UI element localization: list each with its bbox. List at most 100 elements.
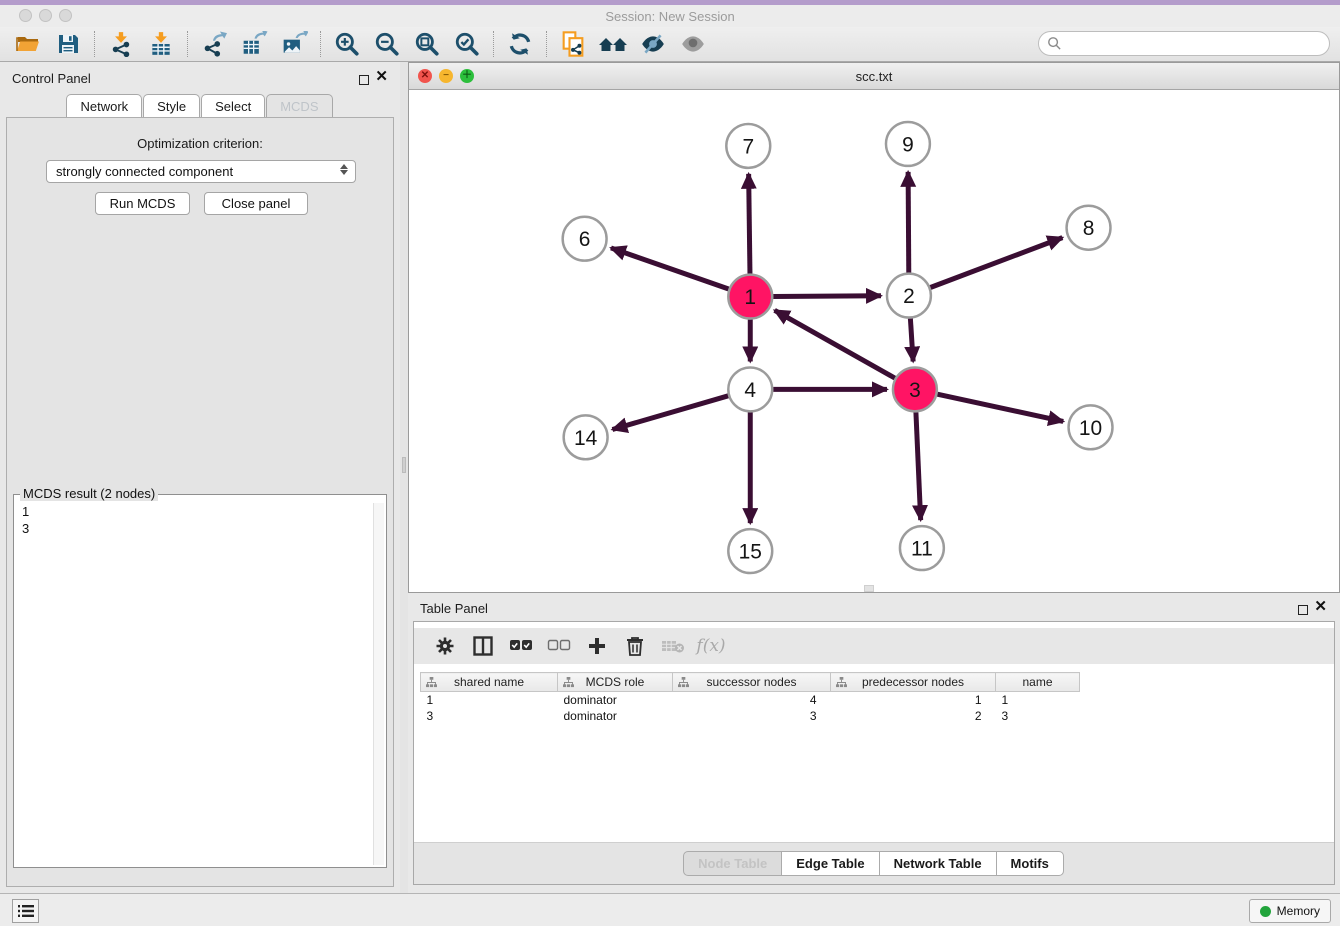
svg-text:9: 9 [902, 133, 914, 156]
network-resize-grip[interactable] [864, 585, 874, 592]
float-table-panel-icon[interactable] [1298, 602, 1308, 620]
show-graphics-details-button[interactable] [673, 29, 713, 59]
column-header-name[interactable]: name [996, 673, 1080, 692]
tab-node-table[interactable]: Node Table [683, 851, 782, 876]
graph-node-15[interactable]: 15 [728, 529, 772, 573]
hide-graphics-details-button[interactable] [633, 29, 673, 59]
splitter-grip[interactable] [402, 457, 406, 473]
select-stepper-icon [340, 164, 348, 175]
graph-edge-4-14[interactable] [612, 396, 728, 430]
graph-edge-3-11[interactable] [916, 412, 921, 520]
column-header-mcds-role[interactable]: MCDS role [558, 673, 673, 692]
panel-splitter[interactable] [400, 62, 408, 893]
plus-icon [587, 636, 607, 656]
svg-text:3: 3 [909, 379, 921, 402]
zoom-out-icon [374, 31, 400, 57]
graph-node-2[interactable]: 2 [887, 274, 931, 318]
graph-node-7[interactable]: 7 [726, 124, 770, 168]
optimization-criterion-label: Optimization criterion: [7, 136, 393, 151]
close-panel-button[interactable]: Close panel [204, 192, 308, 215]
network-view-window: ✕ − ＋ scc.txt 7968124314101511 [408, 62, 1340, 593]
zoom-selected-button[interactable] [447, 29, 487, 59]
graph-node-4[interactable]: 4 [728, 367, 772, 411]
float-panel-icon[interactable] [359, 72, 369, 90]
tab-network[interactable]: Network [66, 94, 142, 117]
graph-edge-2-8[interactable] [930, 238, 1062, 288]
criterion-select[interactable]: strongly connected component [46, 160, 356, 183]
toolbar-separator [320, 31, 321, 57]
table-toolbar: f(x) [414, 628, 1334, 664]
home-layout-button[interactable] [593, 29, 633, 59]
column-header-shared-name[interactable]: shared name [421, 673, 558, 692]
column-header-predecessor-nodes[interactable]: predecessor nodes [831, 673, 996, 692]
tab-motifs[interactable]: Motifs [996, 851, 1064, 876]
status-bar: Memory [0, 893, 1340, 926]
graph-node-9[interactable]: 9 [886, 122, 930, 166]
graph-node-10[interactable]: 10 [1069, 405, 1113, 449]
table-settings-button[interactable] [426, 631, 464, 661]
new-network-from-selection-button[interactable] [553, 29, 593, 59]
close-panel-icon[interactable]: ✕ [375, 72, 388, 82]
graph-node-8[interactable]: 8 [1067, 206, 1111, 250]
open-session-button[interactable] [8, 29, 48, 59]
graph-edge-1-7[interactable] [749, 174, 750, 274]
export-table-button[interactable] [234, 29, 274, 59]
trash-icon [626, 636, 644, 656]
memory-button[interactable]: Memory [1249, 899, 1331, 923]
control-panel-tabs: Network Style Select MCDS [0, 94, 400, 117]
tab-select[interactable]: Select [201, 94, 265, 117]
table-row[interactable]: 1 dominator 4 1 1 [421, 692, 1080, 708]
deselect-all-button[interactable] [540, 631, 578, 661]
tab-mcds[interactable]: MCDS [266, 94, 332, 117]
graph-edge-2-3[interactable] [910, 319, 913, 362]
select-all-button[interactable] [502, 631, 540, 661]
split-pane-icon [473, 636, 493, 656]
table-panel: Table Panel ✕ [408, 593, 1340, 893]
eye-icon [679, 31, 707, 57]
graph-node-11[interactable]: 11 [900, 526, 944, 570]
export-image-button[interactable] [274, 29, 314, 59]
search-input[interactable] [1038, 31, 1330, 56]
graph-edge-1-6[interactable] [611, 248, 729, 289]
svg-text:6: 6 [579, 228, 591, 251]
save-session-button[interactable] [48, 29, 88, 59]
tab-style[interactable]: Style [143, 94, 200, 117]
control-panel: Control Panel ✕ Network Style Select MCD… [0, 62, 400, 893]
export-network-button[interactable] [194, 29, 234, 59]
delete-column-button[interactable] [616, 631, 654, 661]
graph-node-3[interactable]: 3 [893, 367, 937, 411]
mcds-result-line: 1 [22, 503, 373, 520]
zoom-fit-icon [414, 31, 440, 57]
close-table-panel-icon[interactable]: ✕ [1314, 602, 1327, 612]
graph-edge-3-1[interactable] [775, 310, 895, 378]
task-history-button[interactable] [12, 899, 39, 923]
create-column-button[interactable] [578, 631, 616, 661]
control-panel-header: Control Panel ✕ [0, 62, 400, 94]
table-row[interactable]: 3 dominator 3 2 3 [421, 708, 1080, 724]
graph-edge-3-10[interactable] [937, 394, 1063, 421]
zoom-out-button[interactable] [367, 29, 407, 59]
graph-node-6[interactable]: 6 [563, 217, 607, 261]
tab-edge-table[interactable]: Edge Table [781, 851, 879, 876]
zoom-in-icon [334, 31, 360, 57]
graph-node-14[interactable]: 14 [564, 415, 608, 459]
mcds-result-scrollbar[interactable] [373, 503, 384, 865]
tab-network-table[interactable]: Network Table [879, 851, 997, 876]
column-header-successor-nodes[interactable]: successor nodes [673, 673, 831, 692]
import-table-button[interactable] [141, 29, 181, 59]
run-mcds-button[interactable]: Run MCDS [95, 192, 190, 215]
zoom-in-button[interactable] [327, 29, 367, 59]
eye-slash-icon [639, 31, 667, 57]
zoom-fit-button[interactable] [407, 29, 447, 59]
graph-node-1[interactable]: 1 [728, 275, 772, 319]
graph-edge-1-2[interactable] [773, 296, 881, 297]
mcds-result-title: MCDS result (2 nodes) [20, 486, 158, 501]
mcds-result-text[interactable]: 1 3 [16, 503, 373, 865]
refresh-button[interactable] [500, 29, 540, 59]
graph-edge-2-9[interactable] [908, 172, 909, 273]
network-graph[interactable]: 7 9 6 8 1 2 4 3 14 10 15 11 [409, 90, 1339, 592]
import-network-button[interactable] [101, 29, 141, 59]
gear-icon [435, 636, 455, 656]
svg-text:15: 15 [739, 541, 762, 564]
toggle-column-view-button[interactable] [464, 631, 502, 661]
